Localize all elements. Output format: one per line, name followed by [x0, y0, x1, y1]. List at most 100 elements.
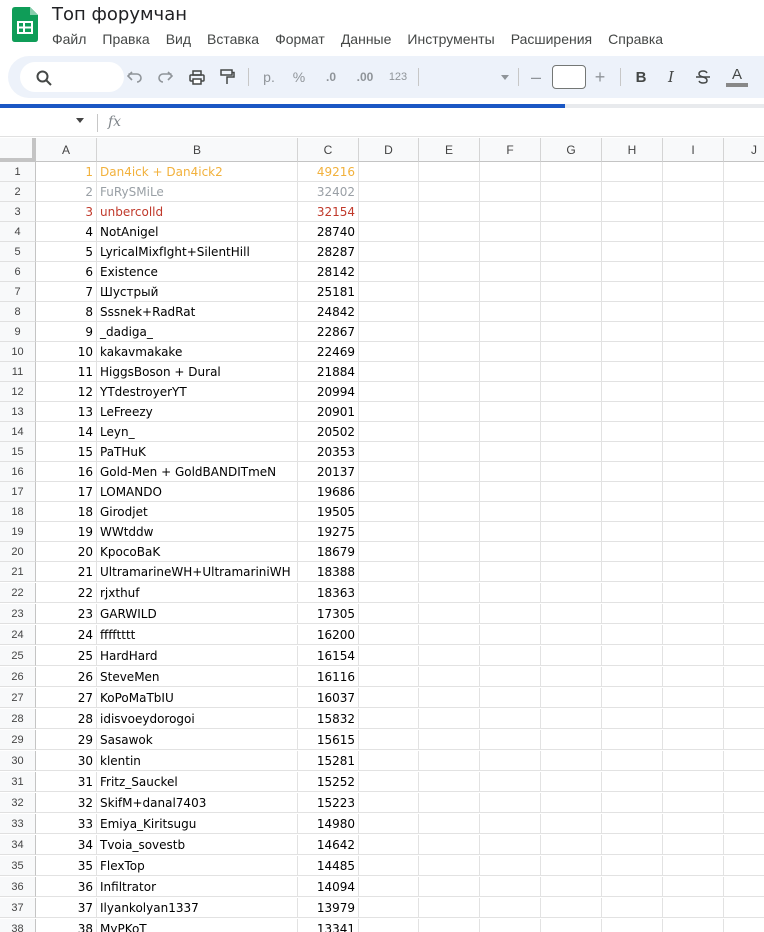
- name-cell[interactable]: Ilyankolyan1337: [97, 898, 298, 918]
- score-cell[interactable]: 19275: [298, 522, 359, 542]
- empty-cell[interactable]: [480, 202, 541, 222]
- menu-item-edit[interactable]: Правка: [94, 29, 157, 49]
- empty-cell[interactable]: [480, 162, 541, 182]
- empty-cell[interactable]: [419, 442, 480, 462]
- empty-cell[interactable]: [663, 442, 724, 462]
- empty-cell[interactable]: [724, 604, 764, 624]
- empty-cell[interactable]: [419, 402, 480, 422]
- row-header[interactable]: 9: [0, 322, 36, 342]
- score-cell[interactable]: 13979: [298, 898, 359, 918]
- empty-cell[interactable]: [724, 793, 764, 813]
- empty-cell[interactable]: [419, 646, 480, 666]
- empty-cell[interactable]: [541, 646, 602, 666]
- empty-cell[interactable]: [541, 462, 602, 482]
- rank-cell[interactable]: 5: [36, 242, 97, 262]
- rank-cell[interactable]: 37: [36, 898, 97, 918]
- menu-item-view[interactable]: Вид: [158, 29, 199, 49]
- name-box-chevron-down-icon[interactable]: [76, 118, 84, 123]
- empty-cell[interactable]: [480, 625, 541, 645]
- decrease-decimals-button[interactable]: .0: [320, 66, 342, 88]
- name-cell[interactable]: fffftttt: [97, 625, 298, 645]
- select-all-corner[interactable]: [0, 138, 36, 162]
- empty-cell[interactable]: [359, 688, 419, 708]
- empty-cell[interactable]: [541, 898, 602, 918]
- score-cell[interactable]: 20353: [298, 442, 359, 462]
- score-cell[interactable]: 15223: [298, 793, 359, 813]
- empty-cell[interactable]: [724, 302, 764, 322]
- empty-cell[interactable]: [541, 362, 602, 382]
- row-header[interactable]: 20: [0, 542, 36, 562]
- empty-cell[interactable]: [541, 814, 602, 834]
- empty-cell[interactable]: [663, 667, 724, 687]
- row-header[interactable]: 25: [0, 646, 36, 666]
- empty-cell[interactable]: [419, 302, 480, 322]
- column-header-d[interactable]: D: [359, 138, 419, 162]
- font-size-input[interactable]: [552, 65, 586, 89]
- empty-cell[interactable]: [419, 522, 480, 542]
- empty-cell[interactable]: [480, 342, 541, 362]
- score-cell[interactable]: 19686: [298, 482, 359, 502]
- empty-cell[interactable]: [480, 667, 541, 687]
- strikethrough-icon[interactable]: [694, 66, 712, 88]
- empty-cell[interactable]: [359, 442, 419, 462]
- rank-cell[interactable]: 16: [36, 462, 97, 482]
- text-color-button[interactable]: A: [726, 66, 748, 88]
- empty-cell[interactable]: [359, 262, 419, 282]
- name-cell[interactable]: rjxthuf: [97, 583, 298, 603]
- score-cell[interactable]: 16116: [298, 667, 359, 687]
- empty-cell[interactable]: [541, 202, 602, 222]
- name-cell[interactable]: FlexTop: [97, 856, 298, 876]
- empty-cell[interactable]: [541, 793, 602, 813]
- empty-cell[interactable]: [724, 562, 764, 582]
- row-header[interactable]: 34: [0, 835, 36, 855]
- empty-cell[interactable]: [724, 322, 764, 342]
- empty-cell[interactable]: [419, 667, 480, 687]
- row-header[interactable]: 29: [0, 730, 36, 750]
- row-header[interactable]: 28: [0, 709, 36, 729]
- row-header[interactable]: 18: [0, 502, 36, 522]
- empty-cell[interactable]: [663, 625, 724, 645]
- score-cell[interactable]: 15281: [298, 751, 359, 771]
- empty-cell[interactable]: [541, 162, 602, 182]
- empty-cell[interactable]: [359, 322, 419, 342]
- empty-cell[interactable]: [663, 542, 724, 562]
- empty-cell[interactable]: [602, 302, 663, 322]
- row-header[interactable]: 16: [0, 462, 36, 482]
- rank-cell[interactable]: 7: [36, 282, 97, 302]
- empty-cell[interactable]: [724, 919, 764, 932]
- score-cell[interactable]: 20994: [298, 382, 359, 402]
- empty-cell[interactable]: [663, 772, 724, 792]
- empty-cell[interactable]: [419, 282, 480, 302]
- empty-cell[interactable]: [541, 835, 602, 855]
- empty-cell[interactable]: [602, 814, 663, 834]
- score-cell[interactable]: 13341: [298, 919, 359, 932]
- rank-cell[interactable]: 2: [36, 182, 97, 202]
- empty-cell[interactable]: [724, 162, 764, 182]
- empty-cell[interactable]: [359, 242, 419, 262]
- rank-cell[interactable]: 36: [36, 877, 97, 897]
- name-cell[interactable]: idisvoeydorogoi: [97, 709, 298, 729]
- empty-cell[interactable]: [663, 342, 724, 362]
- score-cell[interactable]: 24842: [298, 302, 359, 322]
- empty-cell[interactable]: [724, 262, 764, 282]
- row-header[interactable]: 23: [0, 604, 36, 624]
- name-cell[interactable]: Infiltrator: [97, 877, 298, 897]
- empty-cell[interactable]: [359, 856, 419, 876]
- row-header[interactable]: 10: [0, 342, 36, 362]
- name-cell[interactable]: Sssnek+RadRat: [97, 302, 298, 322]
- empty-cell[interactable]: [359, 402, 419, 422]
- empty-cell[interactable]: [541, 542, 602, 562]
- empty-cell[interactable]: [419, 814, 480, 834]
- row-header[interactable]: 17: [0, 482, 36, 502]
- rank-cell[interactable]: 11: [36, 362, 97, 382]
- empty-cell[interactable]: [724, 202, 764, 222]
- empty-cell[interactable]: [419, 751, 480, 771]
- empty-cell[interactable]: [541, 222, 602, 242]
- empty-cell[interactable]: [359, 772, 419, 792]
- rank-cell[interactable]: 9: [36, 322, 97, 342]
- name-cell[interactable]: KpocoBaK: [97, 542, 298, 562]
- empty-cell[interactable]: [480, 646, 541, 666]
- empty-cell[interactable]: [359, 502, 419, 522]
- empty-cell[interactable]: [602, 522, 663, 542]
- rank-cell[interactable]: 30: [36, 751, 97, 771]
